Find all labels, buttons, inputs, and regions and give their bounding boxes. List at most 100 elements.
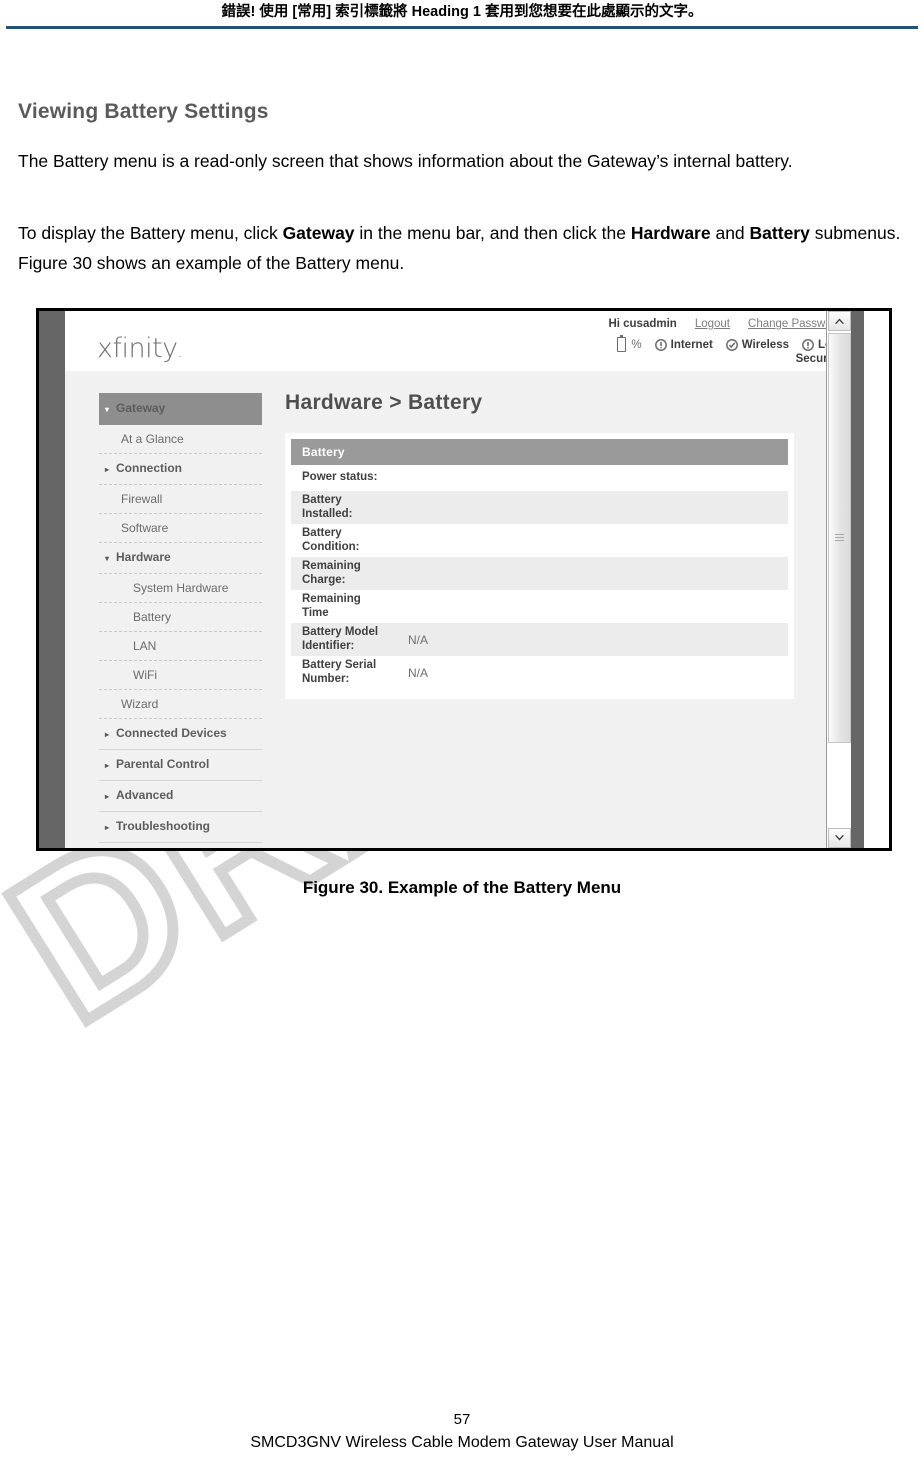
table-row: Battery Model Identifier: N/A xyxy=(291,623,788,656)
table-row: Remaining Time xyxy=(291,590,788,623)
sidebar-item-label: LAN xyxy=(133,639,157,653)
row-label: Remaining Time xyxy=(302,593,361,619)
instr-text-3: and xyxy=(710,223,750,243)
scroll-grip-icon xyxy=(835,534,844,542)
instr-bold-battery: Battery xyxy=(749,223,810,243)
table-row: Remaining Charge: xyxy=(291,557,788,590)
sidebar-item-advanced[interactable]: ▸ Advanced xyxy=(99,781,262,812)
main-panel: Hardware > Battery Battery Power status:… xyxy=(275,383,812,699)
chevron-right-icon: ▸ xyxy=(105,730,110,739)
chevron-right-icon: ▸ xyxy=(105,792,110,801)
document-header-rule xyxy=(6,26,918,29)
battery-info-card: Battery Power status: Battery Installed:… xyxy=(285,433,794,699)
sidebar-item-label: System Hardware xyxy=(133,581,229,595)
table-row: Battery Installed: xyxy=(291,491,788,524)
sidebar-item-label: Firewall xyxy=(121,492,163,506)
sidebar-nav: ▾ Gateway At a Glance ▸ Connection Firewal… xyxy=(99,393,262,843)
browser-left-gutter xyxy=(39,311,65,848)
chevron-down-icon xyxy=(834,834,845,842)
row-value: N/A xyxy=(408,632,429,647)
battery-icon xyxy=(617,335,627,352)
chevron-up-icon xyxy=(834,317,845,325)
vertical-scrollbar[interactable] xyxy=(826,311,851,848)
row-label: Battery Serial Number: xyxy=(302,659,377,685)
xfinity-logo: xfinity. xyxy=(97,333,183,364)
sidebar-item-software[interactable]: Software xyxy=(99,514,262,543)
row-value: N/A xyxy=(408,665,429,680)
wireless-status-label: Wireless xyxy=(741,338,789,351)
sidebar-item-system-hardware[interactable]: System Hardware xyxy=(99,574,262,603)
sidebar-item-connection[interactable]: ▸ Connection xyxy=(99,454,262,485)
paragraph-instructions: To display the Battery menu, click Gatew… xyxy=(18,218,914,278)
sidebar-item-wifi[interactable]: WiFi xyxy=(99,661,262,690)
internet-status-indicator[interactable]: Internet xyxy=(654,338,713,351)
gateway-web-ui: xfinity. Hi cusadmin Logout Change Passw… xyxy=(65,311,851,848)
row-label: Remaining Charge: xyxy=(302,560,361,586)
draft-watermark: DRAFT xyxy=(0,455,748,1220)
status-indicator-row: % Internet Wireless xyxy=(422,335,842,353)
sidebar-item-label: Wizard xyxy=(121,697,159,711)
sidebar-item-label: Hardware xyxy=(116,550,171,564)
sidebar-item-battery[interactable]: Battery xyxy=(99,603,262,632)
sidebar-item-label: Troubleshooting xyxy=(116,819,210,833)
sidebar-item-lan[interactable]: LAN xyxy=(99,632,262,661)
page-title: Hardware > Battery xyxy=(285,391,483,414)
battery-percent-label: % xyxy=(631,338,642,351)
sidebar-item-connected-devices[interactable]: ▸ Connected Devices xyxy=(99,719,262,750)
scroll-up-button[interactable] xyxy=(828,311,851,331)
section-heading: Viewing Battery Settings xyxy=(18,100,269,123)
xfinity-logo-text: xfinity xyxy=(97,333,178,364)
document-header: 錯誤! 使用 [常用] 索引標籤將 Heading 1 套用到您想要在此處顯示的… xyxy=(0,0,924,30)
chevron-down-icon: ▾ xyxy=(105,554,110,563)
sidebar-item-parental-control[interactable]: ▸ Parental Control xyxy=(99,750,262,781)
scroll-down-button[interactable] xyxy=(828,828,851,848)
sidebar-item-label: WiFi xyxy=(133,668,157,682)
row-label: Battery Condition: xyxy=(302,527,360,553)
document-header-text: 錯誤! 使用 [常用] 索引標籤將 Heading 1 套用到您想要在此處顯示的… xyxy=(221,4,703,20)
xfinity-logo-dot: . xyxy=(177,342,183,361)
sidebar-item-label: Parental Control xyxy=(116,757,210,771)
row-label: Battery Installed: xyxy=(302,494,353,520)
ui-top-bar: xfinity. Hi cusadmin Logout Change Passw… xyxy=(65,311,851,371)
status-alert-icon xyxy=(802,338,814,351)
sidebar-item-firewall[interactable]: Firewall xyxy=(99,485,262,514)
sidebar-item-gateway[interactable]: ▾ Gateway xyxy=(99,393,262,425)
figure-screenshot: xfinity. Hi cusadmin Logout Change Passw… xyxy=(36,308,892,851)
chevron-right-icon: ▸ xyxy=(105,823,110,832)
paragraph-intro-text: The Battery menu is a read-only screen t… xyxy=(18,151,793,171)
row-label: Power status: xyxy=(302,471,378,484)
sidebar-item-label: Software xyxy=(121,521,169,535)
ui-content-area: ▾ Gateway At a Glance ▸ Connection Firewal… xyxy=(65,371,826,848)
sidebar-item-wizard[interactable]: Wizard xyxy=(99,690,262,719)
sidebar-item-at-a-glance[interactable]: At a Glance xyxy=(99,425,262,454)
paragraph-intro: The Battery menu is a read-only screen t… xyxy=(18,146,914,176)
table-row: Power status: xyxy=(291,465,788,491)
instr-text-1: To display the Battery menu, click xyxy=(18,223,283,243)
row-label: Battery Model Identifier: xyxy=(302,626,379,652)
scroll-thumb[interactable] xyxy=(828,333,851,743)
logout-link[interactable]: Logout xyxy=(695,318,730,330)
status-area: Hi cusadmin Logout Change Password % Int… xyxy=(422,318,842,368)
sidebar-item-label: Connection xyxy=(116,461,182,475)
security-label-row: Security xyxy=(422,353,842,368)
instr-bold-gateway: Gateway xyxy=(282,223,355,243)
sidebar-item-label: Battery xyxy=(133,610,172,624)
battery-status-indicator: % xyxy=(617,335,642,352)
chevron-right-icon: ▸ xyxy=(105,465,110,474)
chevron-right-icon: ▸ xyxy=(105,761,110,770)
table-row: Battery Condition: xyxy=(291,524,788,557)
instr-text-2: in the menu bar, and then click the xyxy=(354,223,631,243)
wireless-status-indicator[interactable]: Wireless xyxy=(725,338,789,351)
internet-status-label: Internet xyxy=(670,338,713,351)
sidebar-item-label: Gateway xyxy=(116,401,166,415)
table-row: Battery Serial Number: N/A xyxy=(291,656,788,689)
status-check-icon xyxy=(725,338,738,351)
instr-bold-hardware: Hardware xyxy=(630,223,711,243)
browser-right-gutter xyxy=(851,311,864,848)
account-row: Hi cusadmin Logout Change Password xyxy=(422,318,842,334)
greeting-label: Hi cusadmin xyxy=(608,318,677,330)
sidebar-item-troubleshooting[interactable]: ▸ Troubleshooting xyxy=(99,812,262,843)
footer-text: SMCD3GNV Wireless Cable Modem Gateway Us… xyxy=(250,1434,674,1451)
sidebar-item-hardware[interactable]: ▾ Hardware xyxy=(99,543,262,574)
card-header-battery: Battery xyxy=(291,439,788,465)
